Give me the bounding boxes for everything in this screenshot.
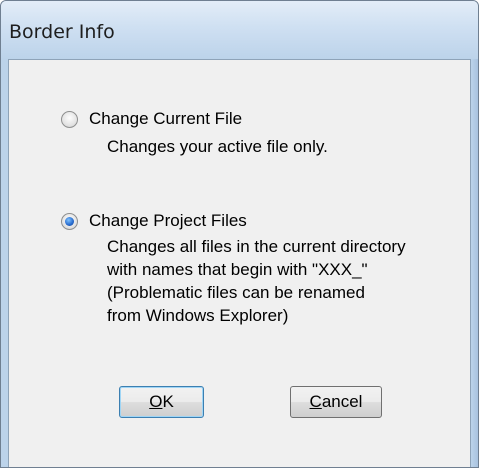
description-line: Changes all files in the current directo… [107, 237, 406, 256]
window-title: Border Info [9, 21, 115, 43]
option-description: Changes your active file only. [107, 135, 328, 158]
ok-mnemonic: O [149, 392, 163, 411]
radio-change-project-files[interactable] [61, 213, 78, 230]
dialog-window: Border Info Change Current File Changes … [0, 0, 479, 468]
description-line: Changes your active file only. [107, 137, 328, 156]
ok-label-rest: K [162, 392, 174, 411]
title-bar[interactable]: Border Info [1, 1, 478, 59]
cancel-button[interactable]: Cancel [290, 386, 382, 418]
radio-change-current-file[interactable] [61, 111, 78, 128]
window-frame [471, 59, 478, 467]
ok-button[interactable]: OK [119, 386, 204, 418]
description-line: (Problematic files can be renamed [107, 283, 365, 302]
description-line: with names that begin with "XXX_" [107, 260, 368, 279]
option-label[interactable]: Change Current File [89, 109, 242, 129]
cancel-label-rest: ancel [321, 392, 363, 411]
description-line: from Windows Explorer) [107, 306, 289, 325]
cancel-mnemonic: C [309, 392, 322, 411]
option-label[interactable]: Change Project Files [89, 211, 247, 231]
option-description: Changes all files in the current directo… [107, 235, 406, 327]
radio-selected-dot [65, 217, 74, 226]
